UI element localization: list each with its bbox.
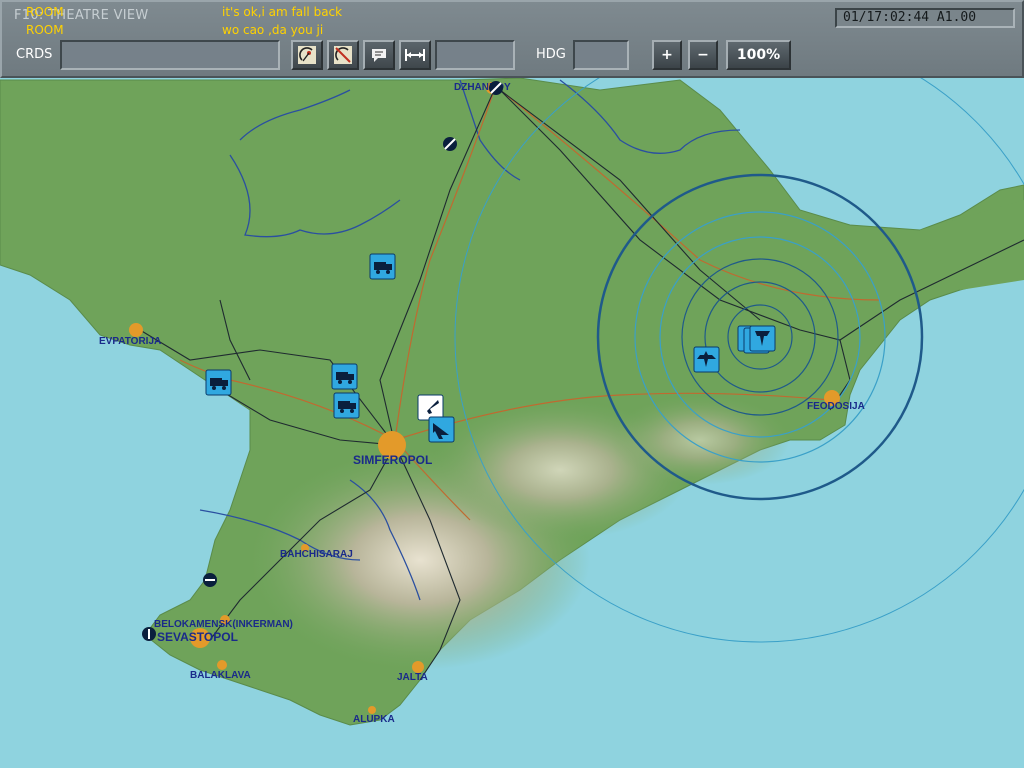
chat-sender: ROOM bbox=[26, 5, 64, 19]
city-label: SIMFEROPOL bbox=[353, 453, 432, 467]
city-label: FEODOSIJA bbox=[807, 401, 865, 412]
truck-unit-icon[interactable] bbox=[205, 369, 232, 396]
heading-field[interactable] bbox=[573, 40, 629, 70]
airfield-icon[interactable] bbox=[203, 573, 217, 587]
city-label: BELOKAMENSK(INKERMAN) bbox=[154, 619, 293, 630]
hdg-label: HDG bbox=[536, 47, 566, 62]
measure-distance-button[interactable] bbox=[399, 40, 431, 70]
chat-message: it's ok,i am fall back bbox=[222, 5, 343, 19]
mission-clock: 01/17:02:44 A1.00 bbox=[835, 8, 1015, 28]
distance-field[interactable] bbox=[435, 40, 515, 70]
theatre-map[interactable]: DZHANKOY EVPATORIJA SIMFEROPOL FEODOSIJA… bbox=[0, 0, 1024, 768]
airfield-icon[interactable] bbox=[142, 627, 156, 641]
coordinates-field[interactable] bbox=[60, 40, 280, 70]
city-label: EVPATORIJA bbox=[99, 336, 161, 347]
zoom-out-button[interactable]: − bbox=[688, 40, 718, 70]
fighter-aircraft-icon[interactable] bbox=[693, 346, 720, 373]
truck-unit-icon[interactable] bbox=[331, 363, 358, 390]
chat-message: wo cao ,da you ji bbox=[222, 23, 324, 37]
zoom-level-button[interactable]: 100% bbox=[726, 40, 791, 70]
truck-unit-icon[interactable] bbox=[333, 392, 360, 419]
messages-button[interactable] bbox=[363, 40, 395, 70]
radar-dish-icon bbox=[298, 46, 316, 64]
chat-sender: ROOM bbox=[26, 23, 64, 37]
radar-off-icon bbox=[334, 46, 352, 64]
airfield-icon[interactable] bbox=[443, 137, 457, 151]
city-label: BALAKLAVA bbox=[190, 670, 251, 681]
city-label: JALTA bbox=[397, 672, 428, 683]
player-aircraft-icon[interactable] bbox=[417, 394, 444, 421]
city-label: ALUPKA bbox=[353, 714, 395, 725]
radar-off-button[interactable] bbox=[327, 40, 359, 70]
theatre-view: DZHANKOY EVPATORIJA SIMFEROPOL FEODOSIJA… bbox=[0, 0, 1024, 768]
zoom-in-button[interactable]: + bbox=[652, 40, 682, 70]
city-label: SEVASTOPOL bbox=[157, 630, 238, 644]
airfield-icon[interactable] bbox=[489, 81, 503, 95]
crds-label: CRDS bbox=[16, 47, 53, 62]
mountain-relief bbox=[610, 395, 790, 485]
city-label: BAHCHISARAJ bbox=[280, 549, 353, 560]
toolbar: F10: THEATRE VIEW ROOM ROOM it's ok,i am… bbox=[0, 0, 1024, 78]
radar-toggle-button[interactable] bbox=[291, 40, 323, 70]
fighter-aircraft-icon[interactable] bbox=[428, 416, 455, 443]
truck-unit-icon[interactable] bbox=[369, 253, 396, 280]
fighter-group-icon[interactable] bbox=[737, 325, 776, 354]
measure-icon bbox=[405, 49, 425, 61]
comment-icon bbox=[372, 49, 386, 62]
